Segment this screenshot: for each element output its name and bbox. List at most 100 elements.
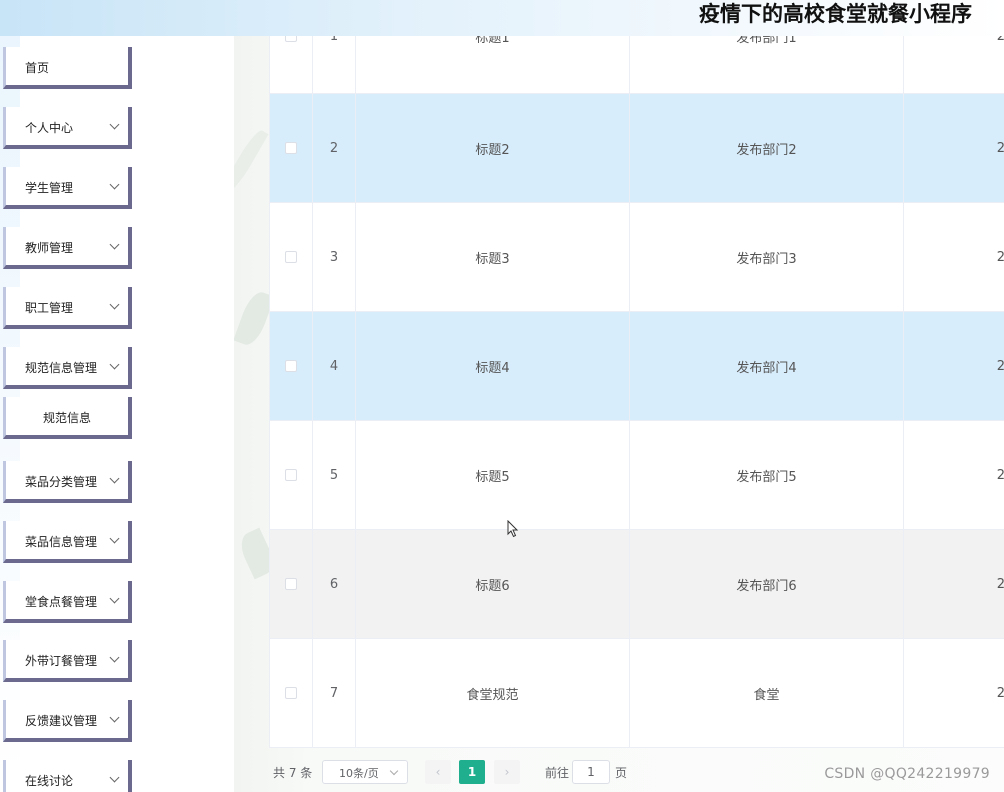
row-department: 发布部门6 bbox=[630, 530, 904, 638]
sidebar-item[interactable]: 首页 bbox=[3, 47, 132, 89]
sidebar-item-label: 规范信息 bbox=[42, 411, 91, 425]
table-row[interactable]: 6标题6发布部门62 bbox=[270, 530, 1004, 639]
sidebar-item[interactable]: 菜品信息管理 bbox=[3, 521, 132, 563]
sidebar-item-label: 首页 bbox=[25, 61, 50, 75]
next-page-button[interactable]: › bbox=[494, 760, 520, 784]
page-size-value: 10条/页 bbox=[339, 767, 379, 780]
row-checkbox-cell bbox=[270, 312, 313, 420]
sidebar-item[interactable]: 规范信息管理 bbox=[3, 347, 132, 389]
page-size-select[interactable]: 10条/页 bbox=[322, 760, 408, 784]
sidebar: 首页个人中心学生管理教师管理职工管理规范信息管理规范信息菜品分类管理菜品信息管理… bbox=[0, 36, 234, 792]
table-row[interactable]: 7食堂规范食堂2 bbox=[270, 639, 1004, 748]
row-index: 7 bbox=[313, 639, 356, 747]
row-title: 标题3 bbox=[356, 203, 630, 311]
row-extra-column: 2 bbox=[904, 94, 1004, 202]
sidebar-item[interactable]: 在线讨论 bbox=[3, 760, 132, 792]
goto-page-input[interactable]: 1 bbox=[572, 760, 610, 784]
table-row[interactable]: 3标题3发布部门32 bbox=[270, 203, 1004, 312]
sidebar-item-label: 学生管理 bbox=[25, 181, 74, 195]
sidebar-item[interactable]: 反馈建议管理 bbox=[3, 700, 132, 742]
chevron-down-icon bbox=[109, 119, 120, 130]
watermark: CSDN @QQ242219979 bbox=[824, 766, 990, 782]
row-title: 标题6 bbox=[356, 530, 630, 638]
table-row[interactable]: 5标题5发布部门52 bbox=[270, 421, 1004, 530]
row-title: 标题4 bbox=[356, 312, 630, 420]
chevron-down-icon bbox=[109, 712, 120, 723]
mouse-cursor-icon bbox=[507, 520, 519, 538]
row-index: 5 bbox=[313, 421, 356, 529]
row-department: 发布部门1 bbox=[630, 36, 904, 93]
sidebar-item-label: 教师管理 bbox=[25, 241, 74, 255]
sidebar-item-label: 外带订餐管理 bbox=[25, 654, 98, 668]
chevron-down-icon bbox=[109, 652, 120, 663]
sidebar-item[interactable]: 个人中心 bbox=[3, 107, 132, 149]
chevron-down-icon bbox=[109, 533, 120, 544]
sidebar-item[interactable]: 菜品分类管理 bbox=[3, 461, 132, 503]
row-index: 6 bbox=[313, 530, 356, 638]
chevron-down-icon bbox=[109, 593, 120, 604]
sidebar-item[interactable]: 教师管理 bbox=[3, 227, 132, 269]
sidebar-item-label: 反馈建议管理 bbox=[25, 714, 98, 728]
page-number-current[interactable]: 1 bbox=[459, 760, 485, 784]
row-department: 食堂 bbox=[630, 639, 904, 747]
row-title: 标题1 bbox=[356, 36, 630, 93]
prev-page-button[interactable]: ‹ bbox=[425, 760, 451, 784]
chevron-down-icon bbox=[109, 359, 120, 370]
sidebar-subitem[interactable]: 规范信息 bbox=[3, 397, 132, 439]
row-department: 发布部门4 bbox=[630, 312, 904, 420]
row-index: 4 bbox=[313, 312, 356, 420]
row-extra-column: 2 bbox=[904, 530, 1004, 638]
row-title: 标题5 bbox=[356, 421, 630, 529]
sidebar-item[interactable]: 学生管理 bbox=[3, 167, 132, 209]
app-title: 疫情下的高校食堂就餐小程序 bbox=[699, 2, 972, 26]
row-checkbox-cell bbox=[270, 530, 313, 638]
sidebar-item[interactable]: 堂食点餐管理 bbox=[3, 581, 132, 623]
row-index: 3 bbox=[313, 203, 356, 311]
goto-unit-label: 页 bbox=[615, 766, 628, 780]
top-header: 疫情下的高校食堂就餐小程序 bbox=[0, 0, 1004, 36]
row-extra-column: 2 bbox=[904, 421, 1004, 529]
row-checkbox-cell bbox=[270, 36, 313, 93]
row-checkbox-cell bbox=[270, 203, 313, 311]
row-extra-column: 2 bbox=[904, 203, 1004, 311]
row-checkbox[interactable] bbox=[285, 251, 297, 263]
row-extra-column: 2 bbox=[904, 36, 1004, 93]
data-table: 1标题1发布部门122标题2发布部门223标题3发布部门324标题4发布部门42… bbox=[269, 36, 1004, 748]
row-department: 发布部门3 bbox=[630, 203, 904, 311]
sidebar-item-label: 堂食点餐管理 bbox=[25, 595, 98, 609]
row-index: 1 bbox=[313, 36, 356, 93]
sidebar-item[interactable]: 外带订餐管理 bbox=[3, 640, 132, 682]
row-department: 发布部门5 bbox=[630, 421, 904, 529]
row-checkbox[interactable] bbox=[285, 578, 297, 590]
row-checkbox-cell bbox=[270, 94, 313, 202]
row-extra-column: 2 bbox=[904, 312, 1004, 420]
sidebar-item-label: 菜品信息管理 bbox=[25, 535, 98, 549]
app-window: 疫情下的高校食堂就餐小程序 首页个人中心学生管理教师管理职工管理规范信息管理规范… bbox=[0, 0, 1004, 792]
row-checkbox[interactable] bbox=[285, 687, 297, 699]
row-index: 2 bbox=[313, 94, 356, 202]
sidebar-item[interactable]: 职工管理 bbox=[3, 287, 132, 329]
table-row[interactable]: 4标题4发布部门42 bbox=[270, 312, 1004, 421]
sidebar-item-label: 规范信息管理 bbox=[25, 361, 98, 375]
chevron-down-icon bbox=[109, 299, 120, 310]
table-row[interactable]: 1标题1发布部门12 bbox=[270, 36, 1004, 94]
row-checkbox[interactable] bbox=[285, 142, 297, 154]
goto-label: 前往 bbox=[545, 766, 570, 780]
table-row[interactable]: 2标题2发布部门22 bbox=[270, 94, 1004, 203]
chevron-down-icon bbox=[389, 766, 399, 776]
row-checkbox[interactable] bbox=[285, 36, 297, 42]
pagination-total: 共 7 条 bbox=[273, 766, 313, 780]
sidebar-item-label: 在线讨论 bbox=[25, 774, 74, 788]
chevron-down-icon bbox=[109, 179, 120, 190]
row-checkbox-cell bbox=[270, 639, 313, 747]
row-checkbox-cell bbox=[270, 421, 313, 529]
sidebar-item-label: 职工管理 bbox=[25, 301, 74, 315]
row-department: 发布部门2 bbox=[630, 94, 904, 202]
row-title: 标题2 bbox=[356, 94, 630, 202]
chevron-down-icon bbox=[109, 239, 120, 250]
row-checkbox[interactable] bbox=[285, 469, 297, 481]
row-checkbox[interactable] bbox=[285, 360, 297, 372]
row-extra-column: 2 bbox=[904, 639, 1004, 747]
chevron-down-icon bbox=[109, 473, 120, 484]
row-title: 食堂规范 bbox=[356, 639, 630, 747]
